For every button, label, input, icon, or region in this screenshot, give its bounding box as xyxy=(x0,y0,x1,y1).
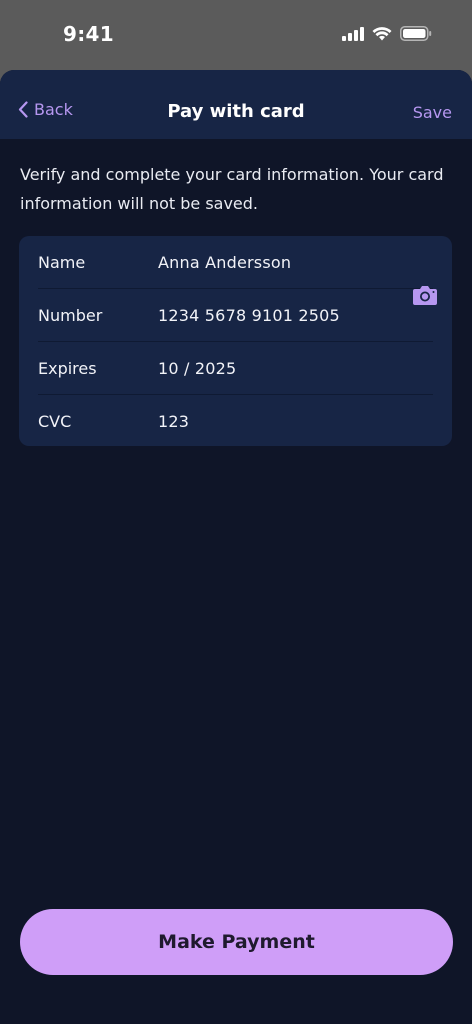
expires-field[interactable]: 10 / 2025 xyxy=(158,359,236,378)
cvc-field[interactable]: 123 xyxy=(158,412,189,431)
status-bar: 9:41 xyxy=(0,0,472,70)
form-row-number[interactable]: Number 1234 5678 9101 2505 xyxy=(38,289,438,341)
make-payment-button[interactable]: Make Payment xyxy=(20,909,453,975)
camera-icon[interactable] xyxy=(412,284,438,306)
cellular-signal-icon xyxy=(342,26,364,41)
name-label: Name xyxy=(38,252,86,272)
cvc-label: CVC xyxy=(38,411,72,431)
form-row-cvc[interactable]: CVC 123 xyxy=(38,395,438,447)
nav-bar: Back Pay with card Save xyxy=(0,70,472,139)
status-time: 9:41 xyxy=(63,22,114,46)
number-label: Number xyxy=(38,305,103,325)
wifi-icon xyxy=(372,27,392,41)
number-field[interactable]: 1234 5678 9101 2505 xyxy=(158,306,340,325)
form-row-expires[interactable]: Expires 10 / 2025 xyxy=(38,342,438,394)
status-icons xyxy=(342,26,432,41)
card-form: Name Anna Andersson Number 1234 5678 910… xyxy=(19,236,452,446)
name-field[interactable]: Anna Andersson xyxy=(158,253,291,272)
page-title: Pay with card xyxy=(167,101,305,122)
description-text: Verify and complete your card informatio… xyxy=(20,165,444,213)
battery-icon xyxy=(400,26,432,41)
expires-label: Expires xyxy=(38,358,97,378)
form-row-name[interactable]: Name Anna Andersson xyxy=(38,236,438,288)
save-button[interactable]: Save xyxy=(413,103,452,122)
payment-sheet: Back Pay with card Save Verify and compl… xyxy=(0,70,472,1024)
